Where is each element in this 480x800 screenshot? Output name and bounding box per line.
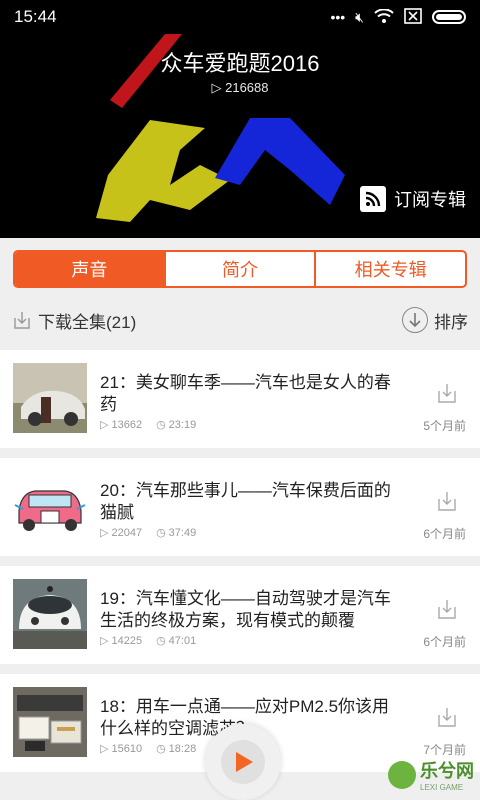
album-title: 众车爱跑题2016 [160,51,320,76]
episode-thumbnail [13,363,87,433]
download-icon[interactable] [436,490,458,512]
sort-button[interactable]: 排序 [402,307,468,333]
album-play-count: ▷ 216688 [211,80,269,95]
episode-thumbnail [13,687,87,757]
episode-thumbnail [13,471,87,541]
episode-list: 21：美女聊车季——汽车也是女人的春药 ▷ 13662 ◷ 23:19 5个月前 2… [0,350,480,782]
watermark-text: 乐兮网 [420,761,474,781]
battery-icon [432,10,466,24]
subscribe-label: 订阅专辑 [394,190,466,210]
list-toolbar: 下载全集(21) 排序 [0,300,480,340]
play-count-icon: ▷ [100,527,109,539]
episode-title: 19：汽车懂文化——自动驾驶才是汽车生活的终极方案，现有模式的颠覆 [100,589,391,630]
download-icon [14,312,30,329]
play-count-icon: ▷ [100,635,109,647]
episode-item[interactable]: 21：美女聊车季——汽车也是女人的春药 ▷ 13662 ◷ 23:19 5个月前 [0,350,480,448]
download-all-label: 下载全集(21) [38,312,137,332]
download-icon[interactable] [436,382,458,404]
episode-meta: ▷ 14225 ◷ 47:01 [100,634,197,648]
sort-icon [402,307,428,333]
status-time: 15:44 [14,7,57,26]
play-count-icon: ▷ [211,80,222,95]
episode-meta: ▷ 13662 ◷ 23:19 [100,418,197,432]
episode-age: 5个月前 [423,419,466,433]
episode-age: 7个月前 [423,743,466,757]
play-count-icon: ▷ [100,743,109,755]
episode-title: 21：美女聊车季——汽车也是女人的春药 [100,373,391,414]
tab-intro[interactable]: 简介 [163,252,315,286]
episode-title: 20：汽车那些事儿——汽车保费后面的猫腻 [100,481,391,522]
clock-icon: ◷ [156,527,166,539]
mute-icon: 🔇︎ [355,8,364,25]
episode-age: 6个月前 [423,527,466,541]
episode-meta: ▷ 22047 ◷ 37:49 [100,526,197,540]
play-count-icon: ▷ [100,419,109,431]
subscribe-album-button[interactable]: 订阅专辑 [360,186,466,212]
episode-thumbnail [13,579,87,649]
clock-icon: ◷ [156,419,166,431]
episode-item[interactable]: 19：汽车懂文化——自动驾驶才是汽车生活的终极方案，现有模式的颠覆 ▷ 14225… [0,566,480,664]
tab-related-albums[interactable]: 相关专辑 [314,252,465,286]
status-bar: 15:44 ••• 🔇︎ [0,0,480,34]
download-icon[interactable] [436,598,458,620]
clock-icon: ◷ [156,635,166,647]
no-sim-icon [404,7,422,27]
leaf-logo-icon [388,760,416,789]
tab-sounds[interactable]: 声音 [15,252,164,286]
download-icon[interactable] [436,706,458,728]
episode-item[interactable]: 20：汽车那些事儿——汽车保费后面的猫腻 ▷ 22047 ◷ 37:49 6个月前 [0,458,480,556]
download-all-button[interactable]: 下载全集(21) [12,308,136,333]
album-cover: 众车爱跑题2016 ▷ 216688 订阅专辑 [0,0,480,238]
floating-player-button[interactable] [205,724,281,800]
site-watermark: 乐兮网 LEXI GAME [388,757,474,792]
wifi-icon [374,7,394,26]
watermark-subtext: LEXI GAME [420,783,464,792]
play-icon [221,740,265,784]
content-tabs: 声音 简介 相关专辑 [13,250,467,288]
rss-icon [360,186,386,212]
more-icon: ••• [330,9,346,25]
episode-meta: ▷ 15610 ◷ 18:28 [100,742,197,756]
clock-icon: ◷ [156,743,166,755]
sort-label: 排序 [434,312,468,332]
episode-age: 6个月前 [423,635,466,649]
